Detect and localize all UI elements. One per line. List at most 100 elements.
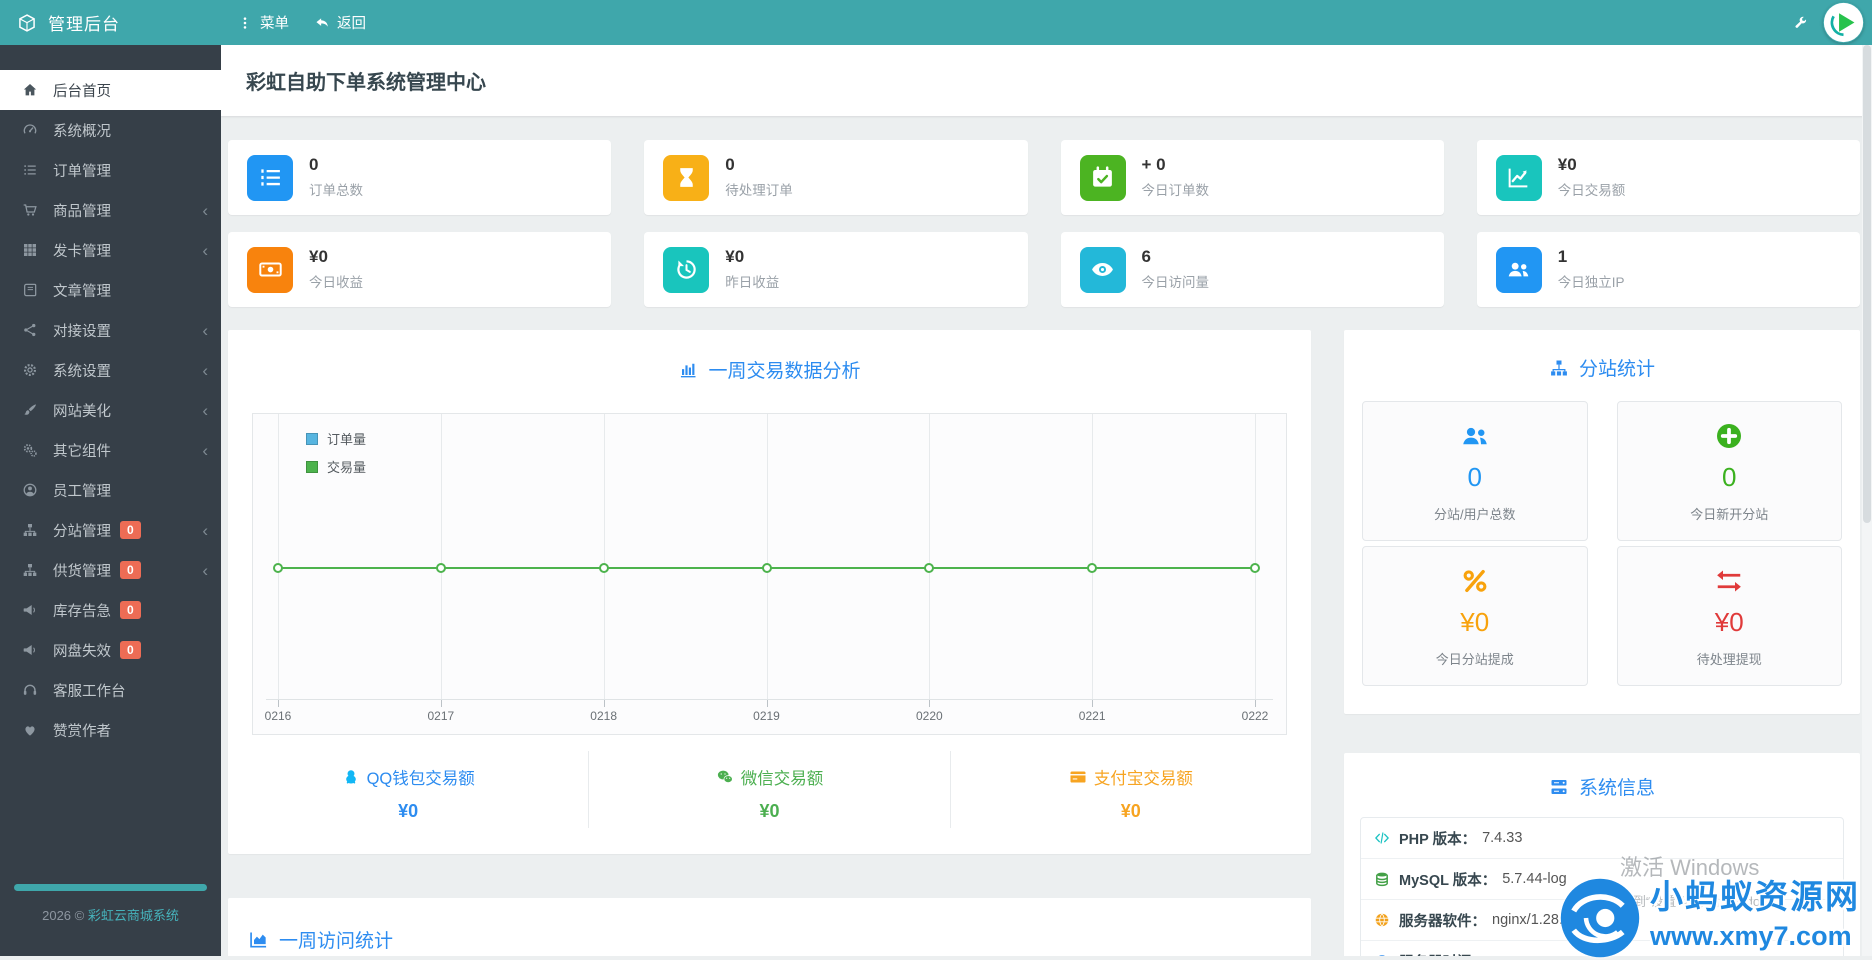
count-badge: 0: [120, 641, 141, 659]
sidebar-item-label: 员工管理: [53, 483, 111, 500]
payment-label: 支付宝交易额: [1093, 770, 1193, 788]
chevron-left-icon: ‹: [202, 200, 208, 220]
alipay-total: 支付宝交易额 ¥0: [949, 751, 1311, 828]
tools-button[interactable]: [1778, 15, 1823, 30]
branch-stats-title-text: 分站统计: [1578, 359, 1655, 380]
branch-stats-panel: 分站统计 0 分站/用户总数 0 今日新开分站 ¥0 今日分站提成 ¥0 待处理…: [1344, 330, 1860, 714]
legend-item-orders[interactable]: 订单量: [306, 429, 366, 448]
payment-totals-row: QQ钱包交易额 ¥0 微信交易额 ¥0 支付宝交易额 ¥0: [228, 751, 1311, 828]
heart-icon: [22, 722, 38, 738]
sidebar-item-staff[interactable]: 员工管理: [0, 470, 221, 510]
vertical-dots-icon: [238, 16, 252, 30]
sidebar-item-site-beautify[interactable]: 网站美化 ‹: [0, 390, 221, 430]
system-info-title: 系统信息: [1360, 773, 1844, 800]
page-header: 彩虹自助下单系统管理中心: [221, 45, 1872, 116]
list-ol-icon: [247, 154, 293, 201]
x-tick-label: 0217: [427, 709, 455, 723]
data-point-marker: [273, 563, 283, 574]
stat-value: 6: [1141, 246, 1151, 266]
sidebar-item-overview[interactable]: 系统概况: [0, 110, 221, 150]
menu-toggle-label: 菜单: [260, 16, 289, 32]
branch-cell-today-commission: ¥0 今日分站提成: [1362, 546, 1588, 686]
system-info-title-text: 系统信息: [1578, 778, 1655, 799]
sidebar-nav: 后台首页 系统概况 订单管理 商品管理 ‹ 发卡管理 ‹ 文章管理 对接设置 ‹: [0, 45, 221, 750]
weekly-visits-panel: 一周访问统计: [228, 898, 1311, 956]
database-icon: [1374, 871, 1390, 887]
trade-line-chart: 0216 0217 0218 0219 0220 0221 0222 订单量 交…: [252, 413, 1287, 735]
chevron-left-icon: ‹: [202, 440, 208, 460]
chevron-left-icon: ‹: [202, 240, 208, 260]
payment-value: ¥0: [759, 801, 780, 821]
weekly-trade-title: 一周交易数据分析: [228, 356, 1311, 383]
legend-item-trades[interactable]: 交易量: [306, 457, 366, 476]
bar-chart-icon: [678, 360, 698, 380]
users-icon: [1460, 421, 1490, 451]
system-row-label: 服务器时间：: [1399, 951, 1486, 956]
qq-wallet-heading: QQ钱包交易额: [342, 765, 475, 789]
gauge-icon: [22, 122, 38, 138]
stat-card-today-visits: 6 今日访问量: [1060, 232, 1444, 307]
legend-swatch-trades: [306, 460, 318, 473]
sidebar-item-label: 商品管理: [53, 203, 111, 220]
sidebar-item-label: 库存告急: [53, 603, 111, 620]
admin-dashboard: { "theme": { "topbar": "#3fa7ab", "sideb…: [0, 0, 1872, 956]
topbar-nav: 菜单 返回: [225, 0, 379, 45]
content: 0 订单总数 0 待处理订单 + 0 今日订单数 ¥0 今日交易额 ¥0 今日收…: [221, 116, 1872, 956]
stat-card-total-orders: 0 订单总数: [228, 140, 612, 215]
bullhorn-icon: [22, 602, 38, 618]
branch-cell-pending-withdraw: ¥0 待处理提现: [1616, 546, 1842, 686]
sidebar-item-card-issuing[interactable]: 发卡管理 ‹: [0, 230, 221, 270]
stat-label: 今日交易额: [1557, 183, 1626, 199]
sidebar-item-home[interactable]: 后台首页: [0, 70, 221, 110]
chevron-left-icon: ‹: [202, 360, 208, 380]
branch-cell-new-today: 0 今日新开分站: [1616, 401, 1842, 541]
sidebar-item-stock-alert[interactable]: 库存告急 0: [0, 590, 221, 630]
system-row-label: MySQL 版本：: [1399, 872, 1497, 889]
sidebar-item-label: 网盘失效: [53, 643, 111, 660]
sidebar-footer-divider: [14, 884, 207, 891]
stat-label: 今日订单数: [1141, 183, 1210, 199]
stat-cards: 0 订单总数 0 待处理订单 + 0 今日订单数 ¥0 今日交易额 ¥0 今日收…: [228, 140, 1860, 307]
chart-legend: 订单量 交易量: [306, 429, 366, 476]
sidebar-item-orders[interactable]: 订单管理: [0, 150, 221, 190]
legend-swatch-orders: [306, 432, 318, 445]
sidebar-item-products[interactable]: 商品管理 ‹: [0, 190, 221, 230]
payment-label: QQ钱包交易额: [366, 770, 475, 788]
scrollbar-thumb[interactable]: [1863, 45, 1871, 523]
back-button[interactable]: 返回: [302, 0, 379, 45]
chart-x-axis: [266, 699, 1273, 700]
chevron-left-icon: ‹: [202, 560, 208, 580]
x-tick-label: 0220: [915, 709, 943, 723]
page-title: 彩虹自助下单系统管理中心: [246, 72, 486, 94]
area-chart-icon: [249, 930, 269, 950]
sidebar-item-branch-sites[interactable]: 分站管理 0 ‹: [0, 510, 221, 550]
gears-icon: [22, 442, 38, 458]
chart-gridline: [603, 414, 605, 707]
x-tick-label: 0221: [1078, 709, 1106, 723]
stat-label: 订单总数: [309, 183, 363, 199]
copyright-brand-link[interactable]: 彩虹云商城系统: [88, 908, 179, 923]
sidebar-item-netdisk-invalid[interactable]: 网盘失效 0: [0, 630, 221, 670]
system-row-label: PHP 版本：: [1399, 831, 1477, 848]
stat-value: 0: [309, 154, 319, 174]
menu-toggle-button[interactable]: 菜单: [225, 0, 302, 45]
stat-value: 0: [725, 154, 735, 174]
sidebar-item-support-workbench[interactable]: 客服工作台: [0, 670, 221, 710]
app-brand[interactable]: 管理后台: [0, 10, 221, 35]
globe-icon: [1374, 912, 1390, 928]
sidebar-item-label: 赞赏作者: [53, 723, 111, 740]
stat-value: ¥0: [725, 246, 745, 266]
qq-icon: [342, 768, 360, 786]
sidebar-item-other-components[interactable]: 其它组件 ‹: [0, 430, 221, 470]
sidebar-item-supply[interactable]: 供货管理 0 ‹: [0, 550, 221, 590]
sidebar-item-articles[interactable]: 文章管理: [0, 270, 221, 310]
sidebar-item-donate-author[interactable]: 赞赏作者: [0, 710, 221, 750]
count-badge: 0: [120, 521, 141, 539]
sidebar-item-system-settings[interactable]: 系统设置 ‹: [0, 350, 221, 390]
ant-logo-icon: [1558, 876, 1642, 960]
sidebar-item-label: 网站美化: [53, 403, 111, 420]
sidebar-item-api-settings[interactable]: 对接设置 ‹: [0, 310, 221, 350]
vertical-scrollbar[interactable]: [1862, 45, 1872, 956]
x-tick-label: 0219: [753, 709, 780, 723]
headset-icon: [22, 682, 38, 698]
